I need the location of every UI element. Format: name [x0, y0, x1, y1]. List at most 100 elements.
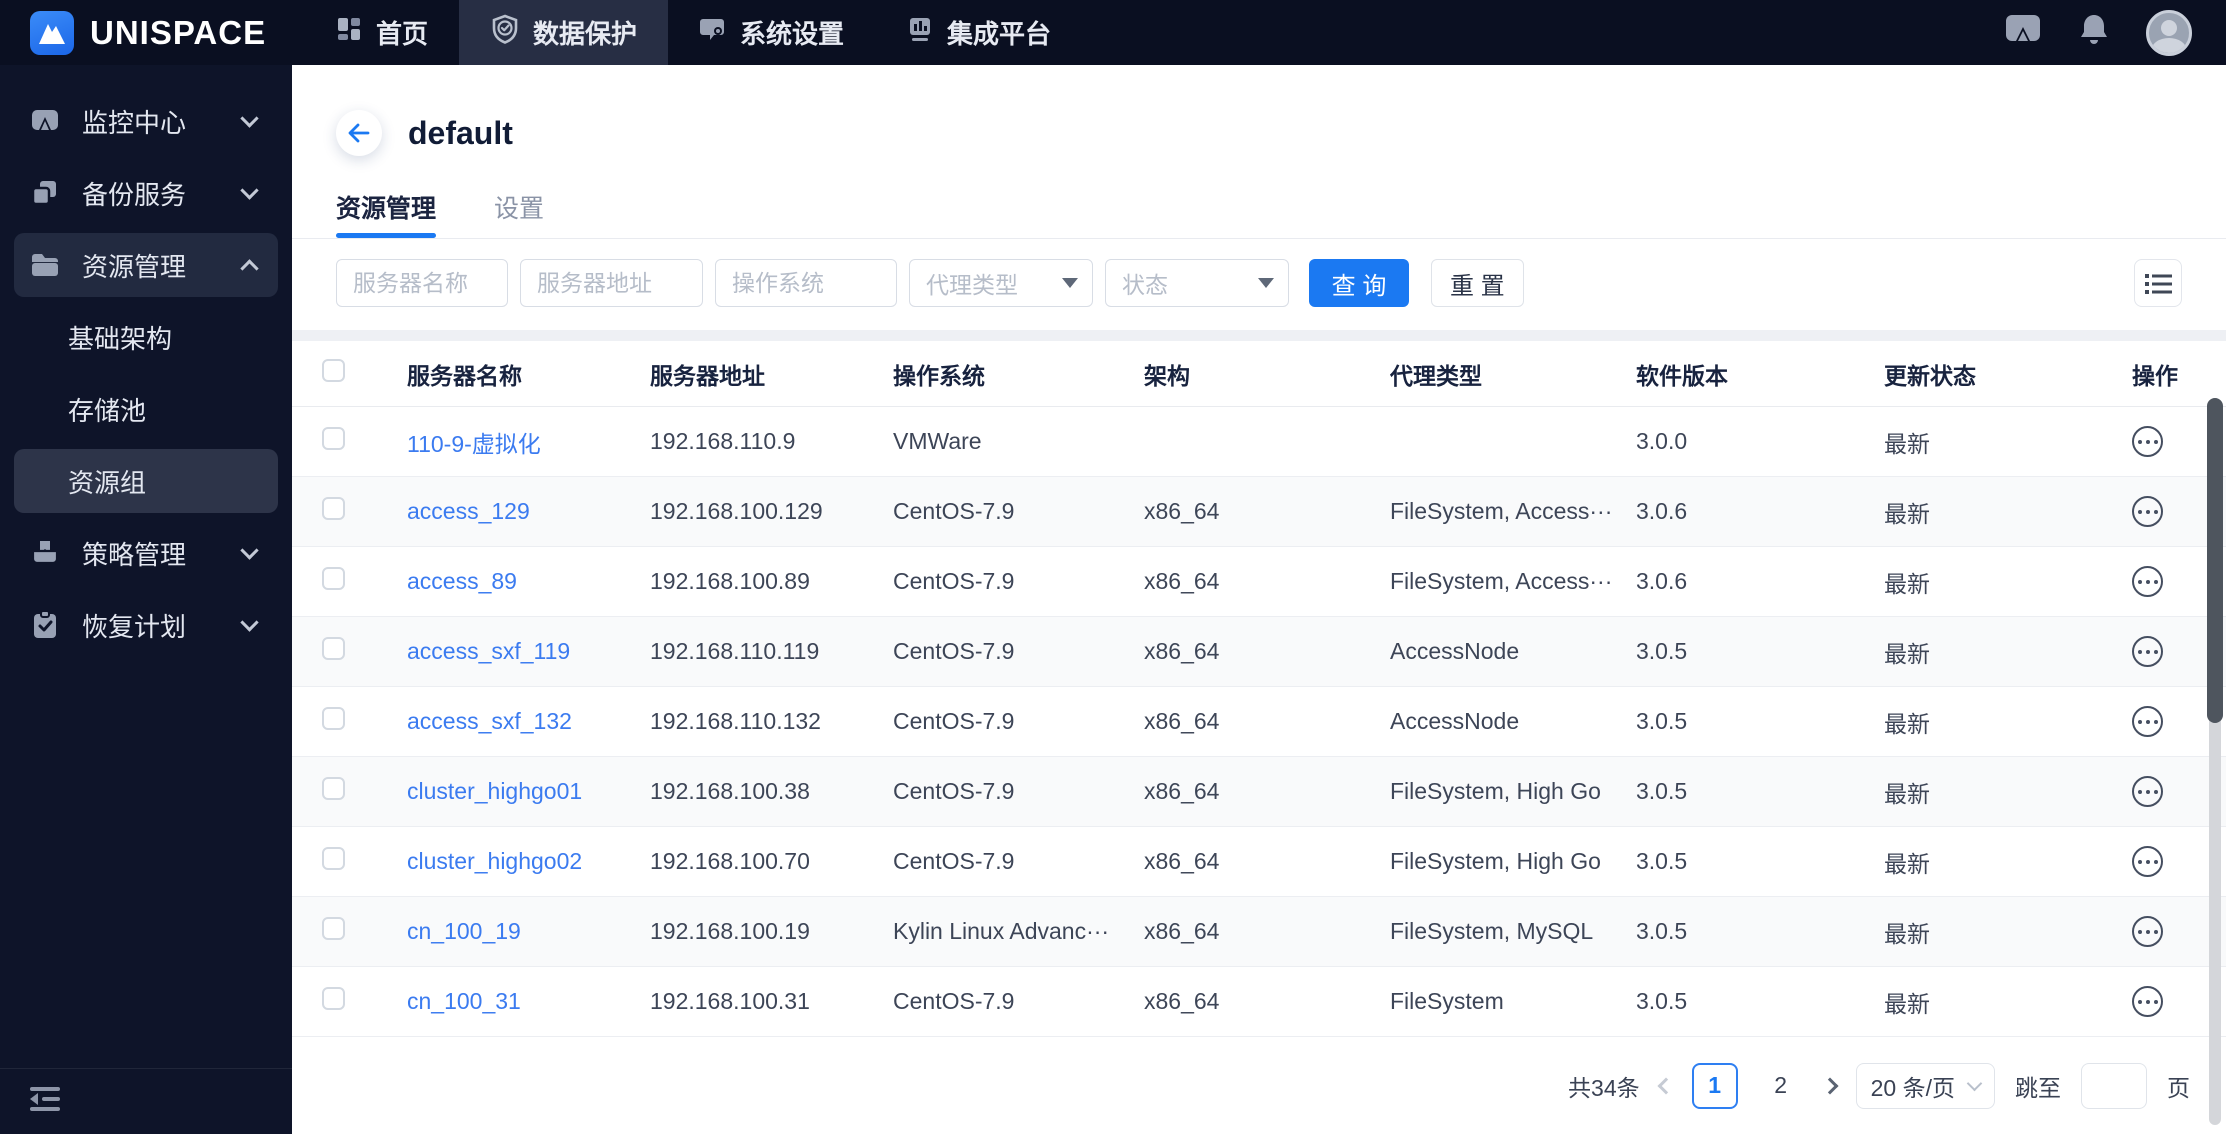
server-name-link[interactable]: access_sxf_132 — [407, 708, 650, 735]
os-cell: CentOS-7.9 — [893, 778, 1015, 804]
shield-check-icon — [490, 14, 520, 51]
more-actions-icon[interactable] — [2132, 426, 2163, 457]
scrollbar-thumb[interactable] — [2207, 398, 2223, 723]
topnav-label: 数据保护 — [533, 19, 638, 49]
select-placeholder: 状态 — [1122, 272, 1168, 298]
row-checkbox[interactable] — [322, 637, 345, 660]
topnav-label: 首页 — [376, 19, 429, 49]
topnav-item-system-settings[interactable]: 系统设置 — [668, 0, 875, 65]
bell-icon[interactable] — [2078, 13, 2110, 52]
os-cell: CentOS-7.9 — [893, 848, 1015, 874]
back-button[interactable] — [336, 110, 382, 156]
agent-type-cell: FileSystem, MySQL — [1390, 918, 1594, 944]
server-name-link[interactable]: access_sxf_119 — [407, 638, 650, 665]
agent-type-select[interactable]: 代理类型 — [909, 259, 1093, 307]
row-checkbox[interactable] — [322, 707, 345, 730]
os-cell: CentOS-7.9 — [893, 568, 1015, 594]
row-checkbox[interactable] — [322, 777, 345, 800]
tab-resource-management[interactable]: 资源管理 — [336, 175, 437, 238]
server-name-link[interactable]: cluster_highgo02 — [407, 848, 650, 875]
agent-type-cell: FileSystem, Access··· — [1390, 498, 1613, 524]
topnav-item-integration-platform[interactable]: 集成平台 — [875, 0, 1082, 65]
more-actions-icon[interactable] — [2132, 566, 2163, 597]
jump-suffix: 页 — [2167, 1074, 2190, 1101]
server-name-link[interactable]: 110-9-虚拟化 — [407, 425, 650, 459]
caret-down-icon — [1062, 278, 1078, 288]
top-bar: UNISPACE 首页 数据保护 系统设置 集成平台 — [0, 0, 2226, 65]
status-select[interactable]: 状态 — [1105, 259, 1289, 307]
server-name-link[interactable]: cluster_highgo01 — [407, 778, 650, 805]
tab-label: 资源管理 — [336, 194, 437, 223]
server-address-cell: 192.168.110.132 — [650, 708, 821, 734]
more-actions-icon[interactable] — [2132, 986, 2163, 1017]
sidebar-item-label: 资源管理 — [82, 251, 187, 282]
server-name-link[interactable]: access_129 — [407, 498, 650, 525]
reset-button[interactable]: 重 置 — [1431, 259, 1524, 307]
sidebar-subitem-storage-pool[interactable]: 存储池 — [14, 377, 278, 441]
topnav-item-home[interactable]: 首页 — [304, 0, 459, 65]
software-version-cell: 3.0.5 — [1636, 708, 1688, 734]
jump-label: 跳至 — [2015, 1074, 2061, 1101]
page-title: default — [408, 114, 513, 151]
row-select-cell — [322, 847, 407, 876]
page-button-1[interactable]: 1 — [1691, 1062, 1738, 1109]
sidebar-subitem-infrastructure[interactable]: 基础架构 — [14, 305, 278, 369]
page-size-select[interactable]: 20 条/页 — [1855, 1062, 1995, 1109]
server-address-cell: 192.168.100.31 — [650, 988, 810, 1014]
sidebar-item-monitor-center[interactable]: 监控中心 — [14, 89, 278, 153]
row-checkbox[interactable] — [322, 497, 345, 520]
table-row: cn_100_19 192.168.100.19 Kylin Linux Adv… — [292, 897, 2226, 967]
os-cell: Kylin Linux Advanc··· — [893, 918, 1110, 944]
more-actions-icon[interactable] — [2132, 636, 2163, 667]
more-actions-icon[interactable] — [2132, 706, 2163, 737]
search-button[interactable]: 查 询 — [1309, 259, 1409, 307]
select-all-checkbox[interactable] — [322, 359, 345, 382]
page-button-2[interactable]: 2 — [1758, 1063, 1804, 1109]
prev-page-icon[interactable] — [1657, 1077, 1675, 1094]
software-version-cell: 3.0.5 — [1636, 638, 1688, 664]
next-page-icon[interactable] — [1821, 1077, 1839, 1094]
brand-logo[interactable]: UNISPACE — [0, 0, 292, 65]
column-settings-button[interactable] — [2134, 259, 2182, 307]
arch-cell: x86_64 — [1144, 498, 1220, 524]
software-version-cell: 3.0.6 — [1636, 568, 1688, 594]
sidebar-item-policy-management[interactable]: 策略管理 — [14, 521, 278, 585]
message-icon[interactable] — [2004, 13, 2042, 52]
row-checkbox[interactable] — [322, 427, 345, 450]
row-checkbox[interactable] — [322, 917, 345, 940]
row-checkbox[interactable] — [322, 847, 345, 870]
server-name-input[interactable] — [336, 259, 508, 307]
collapse-sidebar-icon[interactable] — [28, 1085, 62, 1118]
os-cell: CentOS-7.9 — [893, 988, 1015, 1014]
user-avatar[interactable] — [2146, 9, 2192, 56]
agent-type-cell: FileSystem, High Go — [1390, 778, 1601, 804]
update-status-cell: 最新 — [1884, 850, 1930, 877]
sidebar-subitem-label: 存储池 — [68, 395, 147, 426]
os-input[interactable] — [715, 259, 897, 307]
topnav-item-data-protection[interactable]: 数据保护 — [459, 0, 669, 65]
section-gap — [292, 330, 2226, 341]
more-actions-icon[interactable] — [2132, 776, 2163, 807]
sidebar-item-resource-management[interactable]: 资源管理 — [14, 233, 278, 297]
row-checkbox[interactable] — [322, 567, 345, 590]
sidebar-subitem-resource-group[interactable]: 资源组 — [14, 449, 278, 513]
row-checkbox[interactable] — [322, 987, 345, 1010]
sidebar-item-recovery-plan[interactable]: 恢复计划 — [14, 593, 278, 657]
more-actions-icon[interactable] — [2132, 846, 2163, 877]
table-header-row: 服务器名称 服务器地址 操作系统 架构 代理类型 软件版本 更新状态 操作 — [292, 341, 2226, 407]
server-name-link[interactable]: cn_100_19 — [407, 918, 650, 945]
tab-settings[interactable]: 设置 — [494, 175, 544, 238]
more-actions-icon[interactable] — [2132, 496, 2163, 527]
topbar-actions — [2004, 0, 2226, 65]
more-actions-icon[interactable] — [2132, 916, 2163, 947]
arch-cell: x86_64 — [1144, 638, 1220, 664]
jump-page-input[interactable] — [2081, 1062, 2147, 1109]
sidebar-item-backup-service[interactable]: 备份服务 — [14, 161, 278, 225]
agent-type-cell: FileSystem — [1390, 988, 1504, 1014]
server-address-input[interactable] — [520, 259, 703, 307]
server-name-link[interactable]: cn_100_31 — [407, 988, 650, 1015]
server-name-link[interactable]: access_89 — [407, 568, 650, 595]
software-version-cell: 3.0.5 — [1636, 988, 1688, 1014]
row-select-cell — [322, 567, 407, 596]
arch-cell: x86_64 — [1144, 918, 1220, 944]
